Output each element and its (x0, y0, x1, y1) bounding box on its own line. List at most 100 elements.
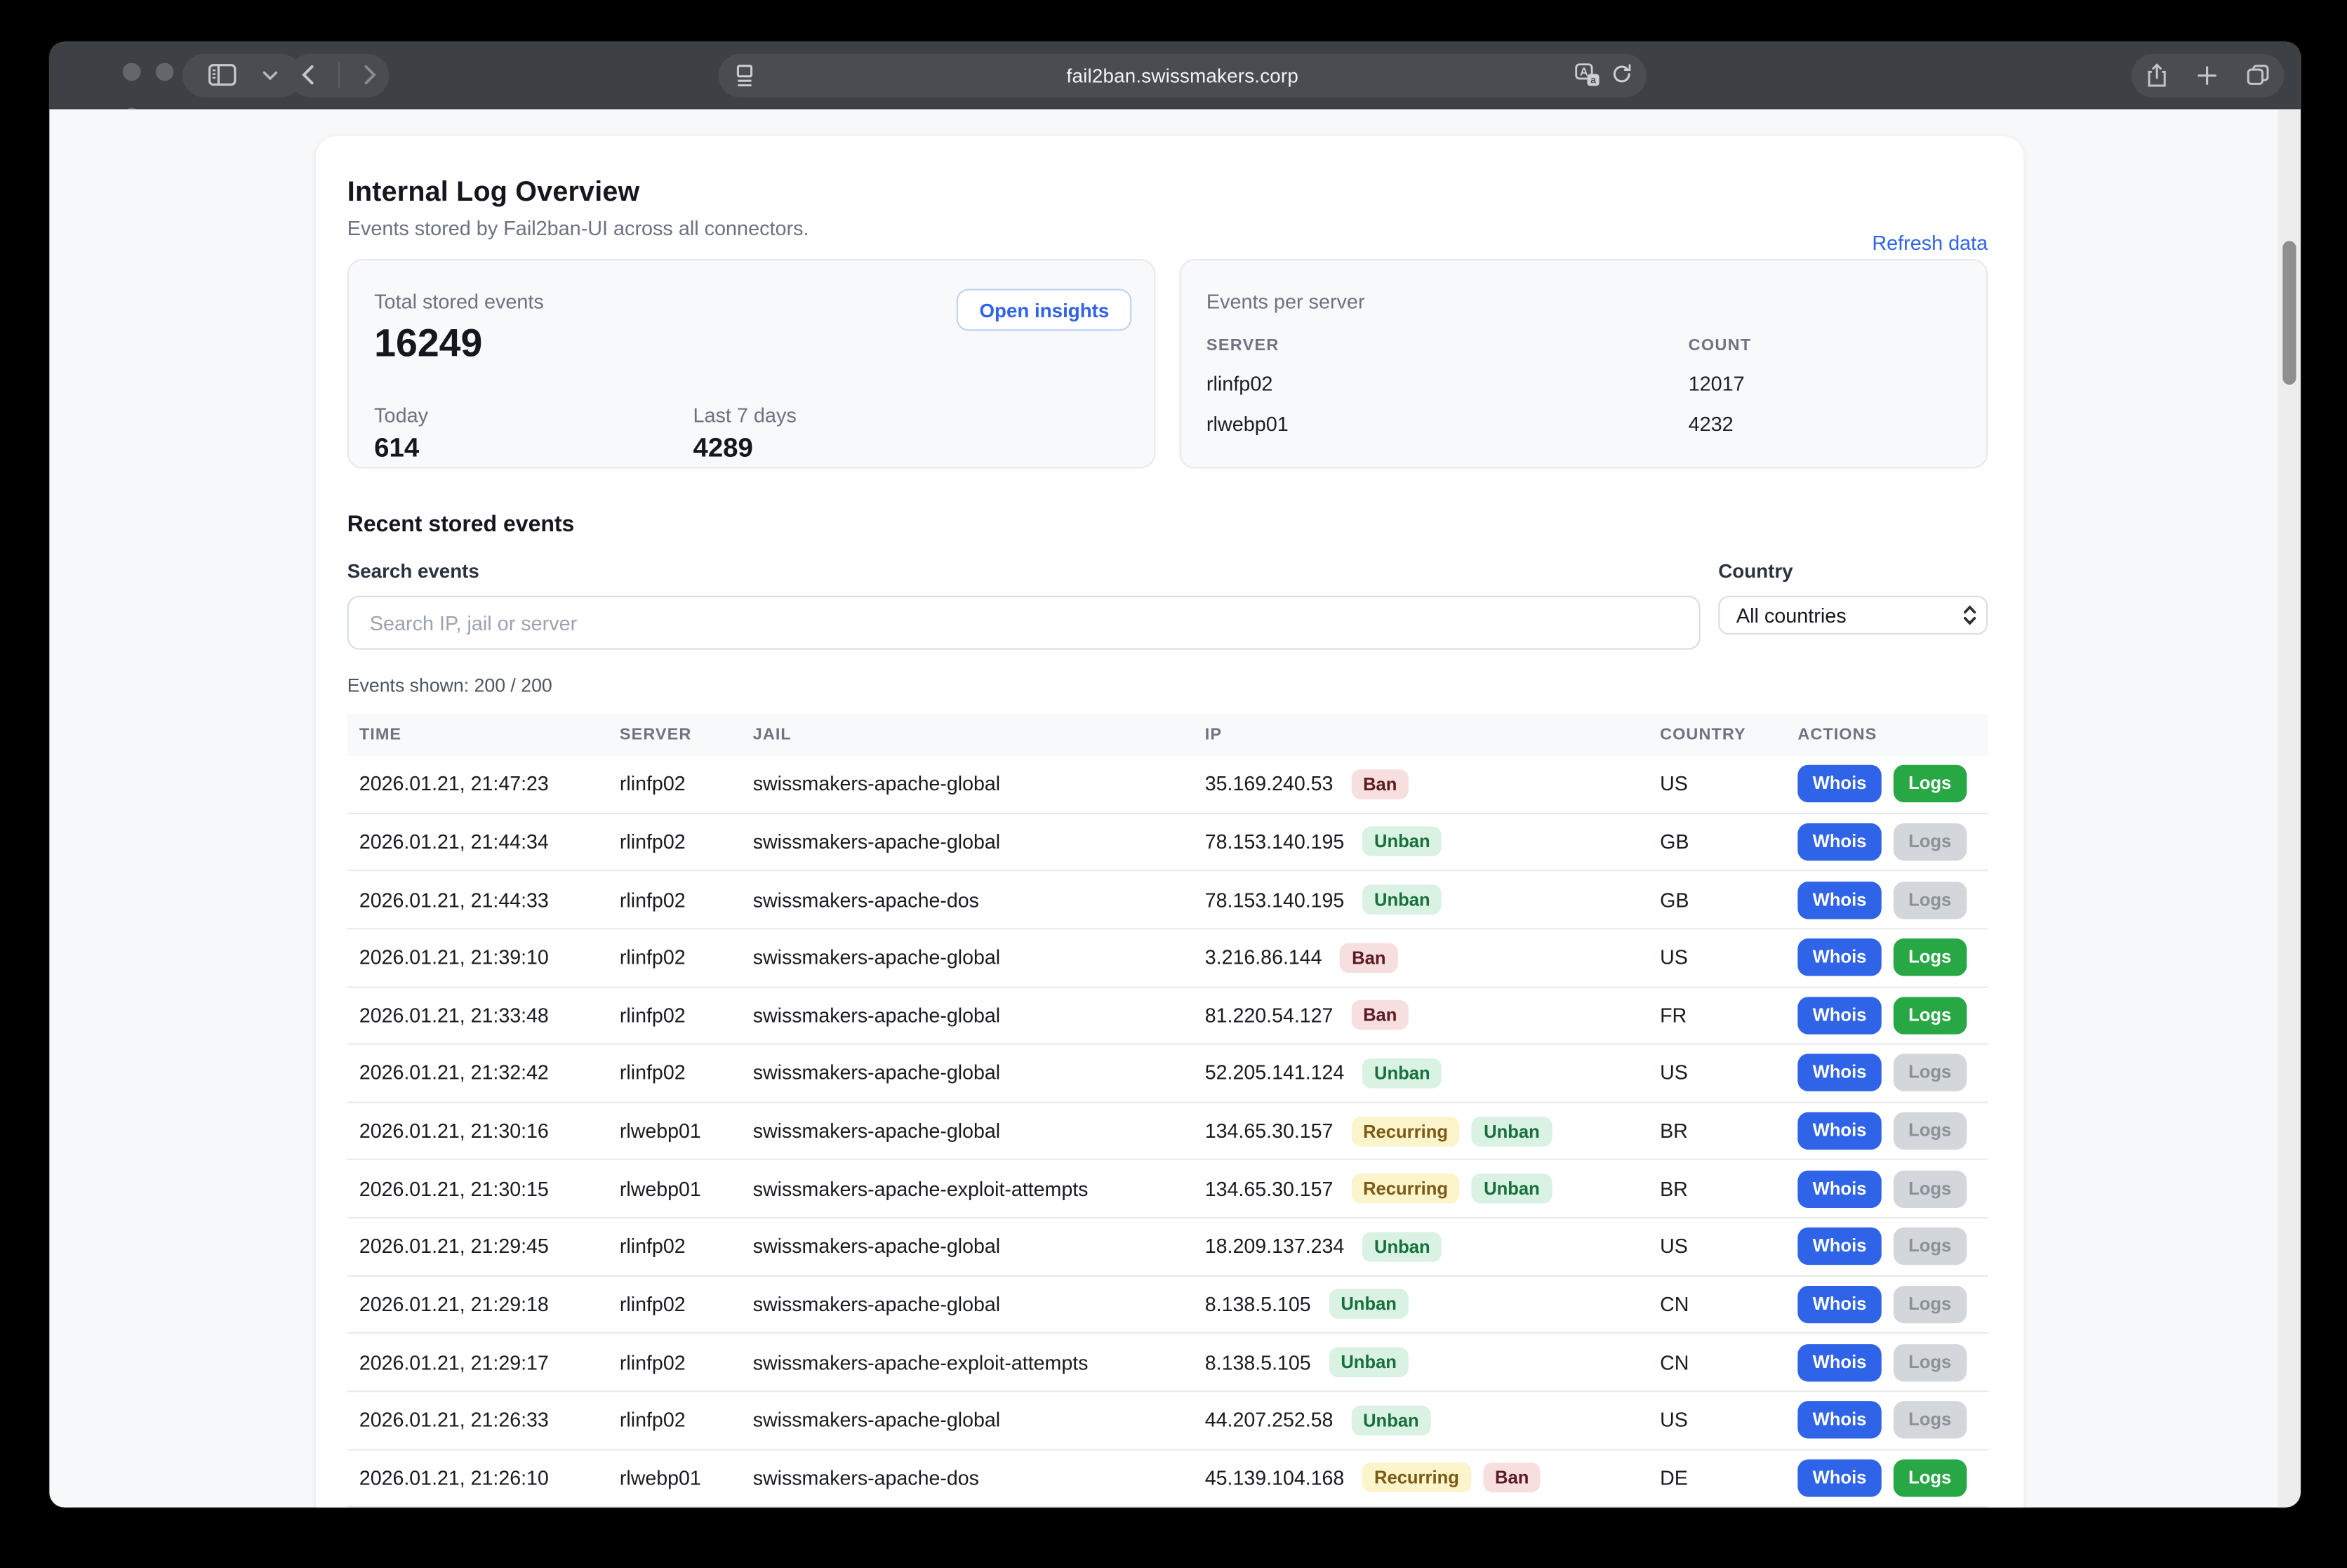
event-jail: swissmakers-apache-global (741, 1119, 1193, 1142)
event-server: rlwebp01 (608, 1119, 741, 1142)
whois-button[interactable]: Whois (1797, 1343, 1881, 1381)
traffic-light-minimize[interactable] (156, 63, 174, 81)
event-country: CN (1648, 1293, 1786, 1315)
event-server: rlinfp02 (608, 1409, 741, 1431)
event-ip-cell: 8.138.5.105 Unban (1193, 1348, 1648, 1378)
events-table-header: TIME SERVER JAIL IP COUNTRY ACTIONS (347, 714, 1988, 756)
page-scrollbar (2278, 109, 2301, 1508)
forward-button[interactable] (364, 65, 377, 86)
logs-button[interactable]: Logs (1894, 1112, 1967, 1150)
logs-button[interactable]: Logs (1894, 1343, 1967, 1381)
event-country: US (1648, 1062, 1786, 1084)
event-row: 2026.01.21, 21:26:33 rlinfp02 swissmaker… (347, 1392, 1988, 1449)
logs-button[interactable]: Logs (1894, 1286, 1967, 1323)
whois-button[interactable]: Whois (1797, 1228, 1881, 1265)
share-icon[interactable] (2146, 62, 2167, 88)
traffic-light-close[interactable] (123, 63, 141, 81)
event-ip: 78.153.140.195 (1205, 889, 1345, 911)
back-button[interactable] (301, 65, 314, 86)
event-time: 2026.01.21, 21:26:10 (347, 1467, 608, 1489)
country-select[interactable]: All countries (1718, 596, 1988, 634)
event-ip: 3.216.86.144 (1205, 946, 1322, 969)
status-badge-ban: Ban (1351, 769, 1409, 799)
status-badge-ban: Ban (1340, 943, 1397, 973)
events-rows: 2026.01.21, 21:47:23 rlinfp02 swissmaker… (347, 756, 1988, 1508)
whois-button[interactable]: Whois (1797, 997, 1881, 1034)
server-count: 4232 (1689, 413, 1962, 436)
logs-button[interactable]: Logs (1894, 1459, 1967, 1496)
sidebar-icon[interactable] (207, 63, 236, 87)
search-events-label: Search events (347, 560, 479, 583)
whois-button[interactable]: Whois (1797, 1459, 1881, 1496)
event-time: 2026.01.21, 21:39:10 (347, 946, 608, 969)
event-country: US (1648, 946, 1786, 969)
event-jail: swissmakers-apache-global (741, 1004, 1193, 1027)
recent-events-heading: Recent stored events (347, 512, 1988, 537)
events-shown-count: Events shown: 200 / 200 (347, 675, 1988, 696)
event-country: GB (1648, 889, 1786, 911)
event-time: 2026.01.21, 21:32:42 (347, 1062, 608, 1084)
browser-toolbar: fail2ban.swissmakers.corp A a (49, 42, 2301, 109)
events-table: TIME SERVER JAIL IP COUNTRY ACTIONS 2026… (347, 714, 1988, 1507)
event-country: US (1648, 1235, 1786, 1258)
whois-button[interactable]: Whois (1797, 765, 1881, 802)
logs-button[interactable]: Logs (1894, 939, 1967, 976)
event-row: 2026.01.21, 21:44:34 rlinfp02 swissmaker… (347, 813, 1988, 871)
search-input[interactable] (347, 596, 1701, 650)
event-row: 2026.01.21, 21:30:15 rlwebp01 swissmaker… (347, 1161, 1988, 1218)
event-ip: 134.65.30.157 (1205, 1119, 1334, 1142)
event-time: 2026.01.21, 21:29:18 (347, 1293, 608, 1315)
event-jail: swissmakers-apache-global (741, 946, 1193, 969)
page-subtitle: Events stored by Fail2ban-UI across all … (347, 217, 1988, 239)
status-badge-unban: Unban (1472, 1174, 1552, 1204)
new-tab-plus-icon[interactable] (2198, 65, 2217, 85)
server-count: 12017 (1689, 373, 1962, 395)
whois-button[interactable]: Whois (1797, 1170, 1881, 1207)
event-country: GB (1648, 830, 1786, 853)
logs-button[interactable]: Logs (1894, 1228, 1967, 1265)
chevron-down-icon[interactable] (261, 69, 277, 80)
whois-button[interactable]: Whois (1797, 1112, 1881, 1150)
event-row: 2026.01.21, 21:26:10 rlwebp01 swissmaker… (347, 1449, 1988, 1507)
translate-icon[interactable]: A a (1575, 62, 1600, 94)
whois-button[interactable]: Whois (1797, 1286, 1881, 1323)
logs-button[interactable]: Logs (1894, 881, 1967, 918)
status-badge-unban: Unban (1362, 885, 1442, 915)
logs-button[interactable]: Logs (1894, 823, 1967, 861)
status-badge-unban: Unban (1362, 827, 1442, 857)
event-time: 2026.01.21, 21:47:23 (347, 773, 608, 795)
event-ip-cell: 134.65.30.157 RecurringUnban (1193, 1116, 1648, 1146)
whois-button[interactable]: Whois (1797, 881, 1881, 918)
scrollbar-thumb[interactable] (2282, 241, 2296, 385)
event-ip: 44.207.252.58 (1205, 1409, 1334, 1431)
status-badge-recurring: Recurring (1362, 1463, 1471, 1493)
status-badge-unban: Unban (1351, 1405, 1431, 1435)
main-card: Internal Log Overview Events stored by F… (316, 136, 2023, 1508)
event-time: 2026.01.21, 21:30:15 (347, 1178, 608, 1200)
logs-button[interactable]: Logs (1894, 997, 1967, 1034)
logs-button[interactable]: Logs (1894, 1402, 1967, 1439)
logs-button[interactable]: Logs (1894, 1054, 1967, 1091)
event-ip-cell: 81.220.54.127 Ban (1193, 1000, 1648, 1030)
col-jail: JAIL (741, 726, 1193, 744)
count-column-header: COUNT (1689, 337, 1962, 355)
whois-button[interactable]: Whois (1797, 823, 1881, 861)
reader-format-icon[interactable] (735, 64, 754, 94)
event-ip-cell: 18.209.137.234 Unban (1193, 1232, 1648, 1262)
whois-button[interactable]: Whois (1797, 1054, 1881, 1091)
event-ip: 78.153.140.195 (1205, 830, 1345, 853)
desktop: fail2ban.swissmakers.corp A a (0, 0, 2347, 1568)
whois-button[interactable]: Whois (1797, 1402, 1881, 1439)
open-insights-button[interactable]: Open insights (957, 289, 1131, 331)
address-bar[interactable]: fail2ban.swissmakers.corp A a (719, 53, 1647, 97)
tab-overview-icon[interactable] (2247, 65, 2269, 86)
event-row: 2026.01.21, 21:29:17 rlinfp02 swissmaker… (347, 1334, 1988, 1392)
whois-button[interactable]: Whois (1797, 939, 1881, 976)
refresh-data-link[interactable]: Refresh data (1872, 232, 1988, 255)
logs-button[interactable]: Logs (1894, 1170, 1967, 1207)
logs-button[interactable]: Logs (1894, 765, 1967, 802)
event-country: CN (1648, 1351, 1786, 1374)
event-ip-cell: 78.153.140.195 Unban (1193, 885, 1648, 915)
reload-icon[interactable] (1611, 63, 1633, 93)
page-content: Internal Log Overview Events stored by F… (49, 109, 2301, 1508)
